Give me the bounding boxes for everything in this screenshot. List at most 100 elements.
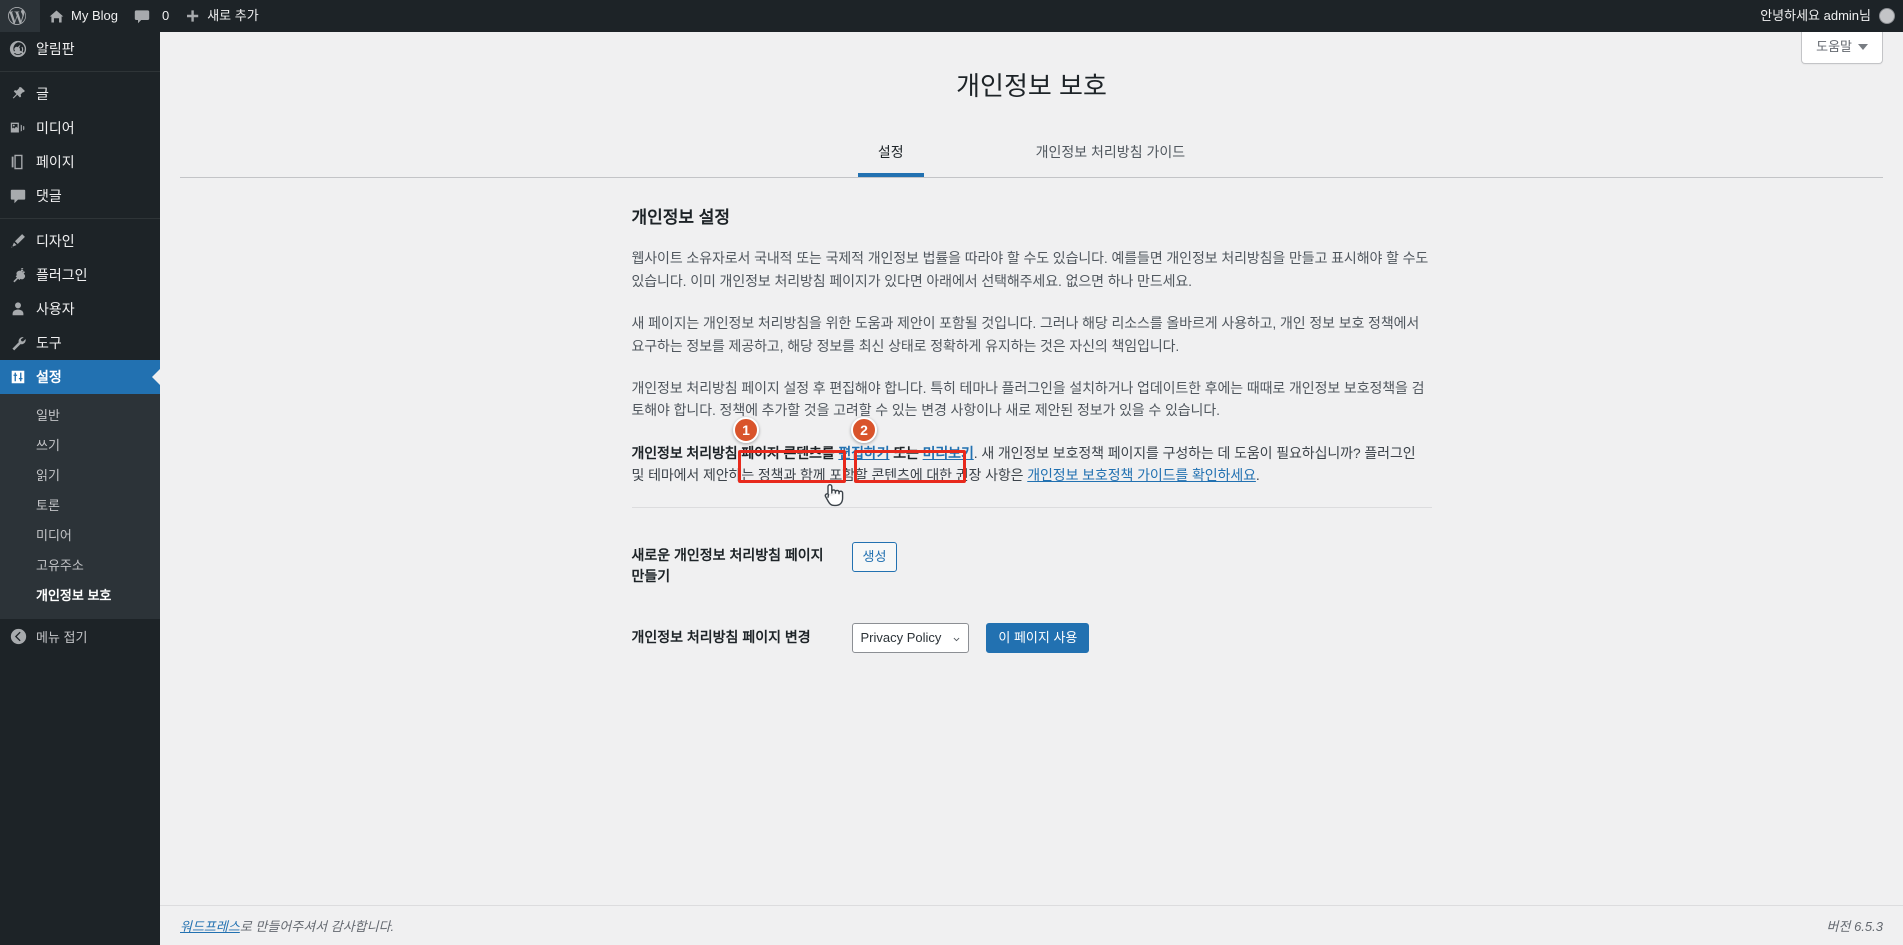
sidebar-item-label: 도구 [36,335,62,351]
my-account-menu[interactable]: 안녕하세요 admin님 [1752,0,1903,32]
footer-thanks-rest: 로 만들어주셔서 감사합니다. [239,919,395,934]
new-content-label: 새로 추가 [207,8,259,23]
policy-tail-text: . [1255,467,1260,484]
new-content-menu[interactable]: 새로 추가 [177,0,266,32]
page-select-wrapper: Privacy Policy [851,622,969,653]
comment-bubble-icon [134,8,150,24]
sidebar-item-label: 디자인 [36,233,75,249]
comments-bubble[interactable]: 0 [126,0,177,32]
page-title: 개인정보 보호 [956,71,1107,101]
help-tab-button[interactable]: 도움말 [1801,32,1883,65]
sidebar-item-tools[interactable]: 도구 [0,326,160,360]
preview-policy-link[interactable]: 미리보기 [923,445,974,461]
help-tab-label: 도움말 [1816,39,1852,54]
intro-paragraph-1: 웹사이트 소유자로서 국내적 또는 국제적 개인정보 법률을 따라야 할 수도 … [631,250,1429,289]
users-icon [0,300,36,318]
sidebar-item-pages[interactable]: 페이지 [0,145,160,179]
sidebar-subitem-privacy[interactable]: 개인정보 보호 [0,581,160,611]
admin-sidebar: 알림판 글 미디어 페이지 댓글 디자인 플러그인 사용자 도구 설정 일반 쓰… [0,32,160,945]
sidebar-item-label: 알림판 [36,41,75,57]
table-row-create-page: 새로운 개인정보 처리방침 페이지 만들기 생성 [632,530,1432,603]
settings-submenu-list: 일반 쓰기 읽기 토론 미디어 고유주소 개인정보 보호 [0,394,160,619]
admin-bar: My Blog 0 새로 추가 안녕하세요 admin님 [0,0,1903,32]
sidebar-item-dashboard[interactable]: 알림판 [0,32,160,66]
admin-menu-list: 알림판 글 미디어 페이지 댓글 디자인 플러그인 사용자 도구 설정 일반 쓰… [0,32,160,653]
sidebar-item-plugins[interactable]: 플러그인 [0,258,160,292]
sidebar-subitem-writing[interactable]: 쓰기 [0,431,160,461]
sidebar-subitem-reading[interactable]: 읽기 [0,461,160,491]
privacy-header: 개인정보 보호 [180,32,1883,104]
sidebar-item-label: 설정 [36,369,62,385]
edit-policy-link[interactable]: 편집하기 [838,445,889,461]
sidebar-subitem-discussion[interactable]: 토론 [0,491,160,521]
site-name-menu[interactable]: My Blog [40,0,126,32]
privacy-settings-table: 새로운 개인정보 처리방침 페이지 만들기 생성 개인정보 처리방침 페이지 변… [632,530,1432,665]
chevron-down-icon [1858,44,1868,51]
create-page-label: 새로운 개인정보 처리방침 페이지 만들기 [631,546,824,584]
pin-icon [0,85,36,103]
home-icon [48,8,65,25]
content-area: 도움말 개인정보 보호 설정 개인정보 처리방침 가이드 개인정보 설정 웹사이… [160,32,1903,945]
tab-policy-guide[interactable]: 개인정보 처리방침 가이드 [1016,134,1205,177]
screen-meta-links: 도움말 [1801,32,1883,65]
policy-guide-link[interactable]: 개인정보 보호정책 가이드를 확인하세요 [1027,467,1256,483]
comments-count: 0 [161,8,170,23]
sidebar-item-settings[interactable]: 설정 [0,360,160,394]
policy-or-text: 또는 [889,444,923,461]
sidebar-separator [0,71,160,72]
sidebar-subitem-media[interactable]: 미디어 [0,521,160,551]
sidebar-item-posts[interactable]: 글 [0,77,160,111]
settings-submenu: 일반 쓰기 읽기 토론 미디어 고유주소 개인정보 보호 [0,394,160,619]
sidebar-item-label: 미디어 [36,120,75,136]
create-page-button[interactable]: 생성 [851,541,898,572]
intro-paragraph-2: 새 페이지는 개인정보 처리방침을 위한 도움과 제안이 포함될 것입니다. 그… [631,315,1420,354]
create-page-cell: 생성 [842,530,1432,603]
dashboard-icon [0,40,36,58]
admin-footer: 워드프레스로 만들어주셔서 감사합니다. 버전 6.5.3 [160,905,1903,945]
collapse-menu-label: 메뉴 접기 [36,629,88,645]
section-heading: 개인정보 설정 [631,207,731,227]
sidebar-item-label: 페이지 [36,154,75,170]
step-badge-1: 1 [733,417,759,443]
wordpress-logo-icon [8,7,26,25]
howdy-label: 안녕하세요 admin님 [1760,8,1871,23]
use-page-button[interactable]: 이 페이지 사용 [986,622,1090,653]
footer-version: 버전 6.5.3 [1826,919,1883,934]
settings-sliders-icon [0,368,36,386]
plugin-icon [0,266,36,284]
sidebar-item-comments[interactable]: 댓글 [0,179,160,213]
site-name-label: My Blog [71,8,118,23]
intro-paragraph-3: 개인정보 처리방침 페이지 설정 후 편집해야 합니다. 특히 테마나 플러그인… [631,379,1425,419]
table-row-change-page: 개인정보 처리방침 페이지 변경 Privacy Policy 이 페이지 사용 [632,603,1432,665]
sidebar-item-label: 댓글 [36,188,62,204]
sidebar-subitem-permalinks[interactable]: 고유주소 [0,551,160,581]
sidebar-item-label: 글 [36,86,49,102]
collapse-arrow-icon [0,628,36,645]
wordpress-link[interactable]: 워드프레스 [180,919,240,934]
sidebar-item-media[interactable]: 미디어 [0,111,160,145]
tab-settings[interactable]: 설정 [857,134,924,177]
wordpress-logo-menu[interactable] [0,0,40,32]
change-page-cell: Privacy Policy 이 페이지 사용 [842,603,1432,665]
appearance-brush-icon [0,232,36,250]
page-select[interactable]: Privacy Policy [851,622,969,653]
sidebar-item-appearance[interactable]: 디자인 [0,224,160,258]
step-badge-2: 2 [851,417,877,443]
admin-bar-left: My Blog 0 새로 추가 [0,0,267,32]
footer-thanks: 워드프레스로 만들어주셔서 감사합니다. [180,916,1827,935]
tools-wrench-icon [0,334,36,352]
privacy-tabs: 설정 개인정보 처리방침 가이드 [180,134,1883,178]
sidebar-subitem-general[interactable]: 일반 [0,401,160,431]
sidebar-item-label: 사용자 [36,301,75,317]
comment-icon [0,187,36,205]
collapse-menu-button[interactable]: 메뉴 접기 [0,619,160,653]
policy-edit-paragraph: 개인정보 처리방침 페이지 콘텐츠를 편집하기 또는 미리보기. 새 개인정보 … [632,442,1432,487]
body-content: 도움말 개인정보 보호 설정 개인정보 처리방침 가이드 개인정보 설정 웹사이… [160,32,1903,862]
sidebar-item-users[interactable]: 사용자 [0,292,160,326]
media-icon [0,119,36,137]
admin-bar-right: 안녕하세요 admin님 [1752,0,1903,32]
plus-icon [185,8,201,24]
change-page-label: 개인정보 처리방침 페이지 변경 [631,628,811,645]
sidebar-item-label: 플러그인 [36,267,88,283]
avatar [1879,8,1895,24]
